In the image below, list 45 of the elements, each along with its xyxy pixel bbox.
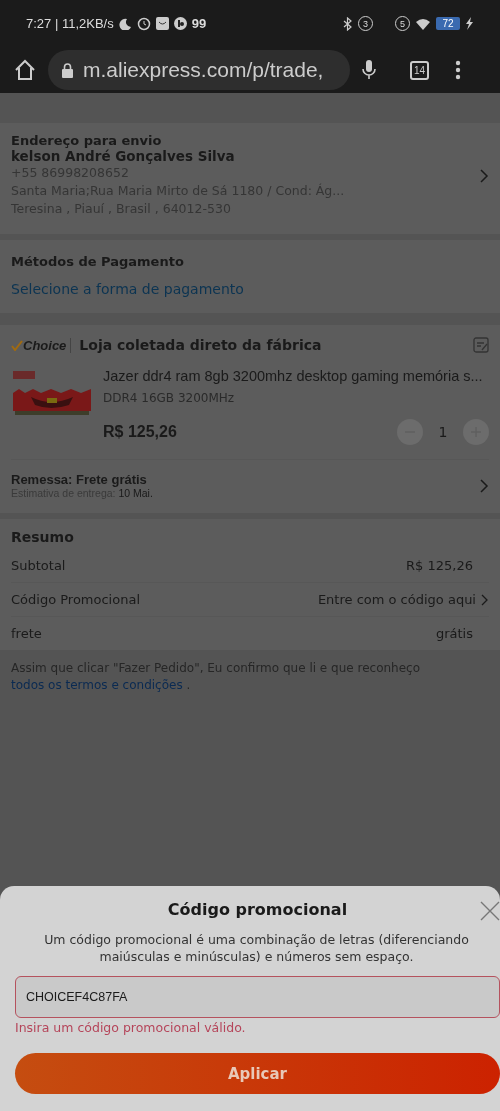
error-message: Insira um código promocional válido. [15,1020,247,1035]
alarm-icon [136,16,151,31]
section-title: Endereço para envio [11,133,163,148]
store-name: Loja coletada direto da fábrica [79,337,322,353]
promo-code-link[interactable]: Entre com o código aqui [317,592,489,607]
more-menu-icon[interactable] [455,60,461,80]
app-icon [173,17,187,30]
terms-link[interactable]: todos os termos e condições [11,678,183,692]
moon-icon [118,17,132,30]
note-icon[interactable] [473,337,489,353]
product-price: R$ 125,26 [103,423,177,441]
wifi-icon [415,17,431,30]
recipient-name: kelson André Gonçalves Silva [11,148,236,164]
quantity-value: 1 [437,424,449,440]
sheet-title: Código promocional [166,900,349,919]
apply-button[interactable]: Aplicar [15,1053,500,1094]
tab-count-button[interactable]: 14 [410,60,429,80]
notification-count: 99 [191,16,207,31]
check-icon [11,339,23,351]
address-bar[interactable]: m.aliexpress.com/p/trade, [48,50,350,90]
promo-code-field[interactable]: CHOICEF4C87FA [15,976,500,1018]
chevron-right-icon [480,593,489,606]
choice-badge: Choice [11,337,72,353]
section-title: Resumo [11,529,75,545]
shipping-method: Remessa: Frete grátis [11,472,148,487]
sheet-description: Um código promocional é uma combinação de letras (diferenciando maiúsculas e minúsculas) e números sem espaço. [43,931,470,965]
chevron-right-icon [478,477,489,494]
bluetooth-icon [342,16,353,31]
summary-value: grátis [435,626,473,641]
product-title: Jazer ddr4 ram 8gb 3200mhz desktop gaming memória s... [103,367,484,385]
lock-icon [62,62,73,78]
summary-label: Subtotal [11,558,66,573]
section-title: Métodos de Pagamento [11,254,185,269]
summary-value: R$ 125,26 [406,558,473,573]
summary-label: Código Promocional [11,592,140,607]
select-payment-link[interactable]: Selecione a forma de pagamento [11,281,489,297]
charging-icon [465,17,474,30]
battery-level: 72 [436,17,460,30]
home-icon[interactable] [14,59,36,81]
app-icon [155,17,169,30]
chevron-right-icon [478,167,489,184]
microphone-icon[interactable] [362,60,376,80]
close-icon[interactable] [480,901,500,921]
summary-label: frete [11,626,42,641]
status-time-speed: 7:27 | 11,2KB/s [26,16,114,31]
